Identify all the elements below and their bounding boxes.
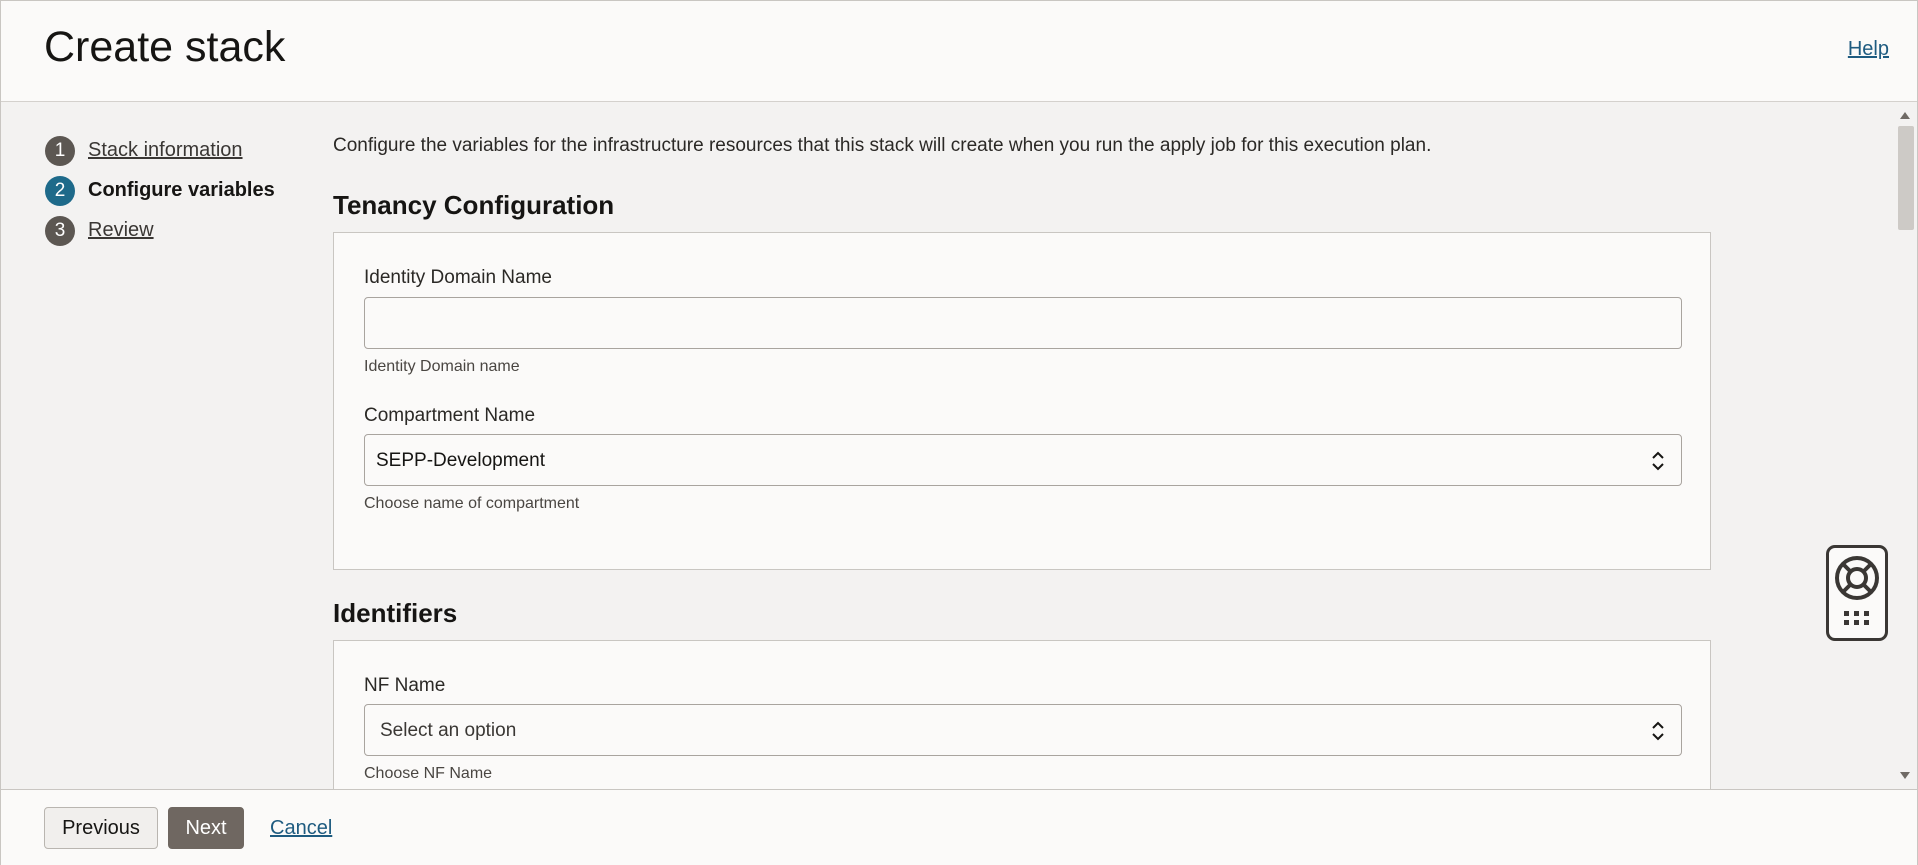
nf-name-label: NF Name xyxy=(364,675,446,696)
cancel-link[interactable]: Cancel xyxy=(270,817,332,840)
lifebuoy-icon xyxy=(1835,556,1879,625)
vertical-scrollbar[interactable] xyxy=(1895,102,1917,789)
help-widget-button[interactable] xyxy=(1826,545,1888,641)
scroll-down-arrow-icon[interactable] xyxy=(1900,772,1910,779)
step-label[interactable]: Review xyxy=(88,219,154,242)
scroll-up-arrow-icon[interactable] xyxy=(1900,112,1910,119)
compartment-select[interactable]: SEPP-Development xyxy=(364,434,1682,486)
compartment-value: SEPP-Development xyxy=(376,450,545,471)
page-header: Create stack Help xyxy=(1,1,1917,102)
scrollbar-thumb[interactable] xyxy=(1898,126,1914,230)
step-number: 2 xyxy=(45,176,75,206)
previous-button[interactable]: Previous xyxy=(44,807,158,849)
step-number: 1 xyxy=(45,136,75,166)
main-content: 1 Stack information 2 Configure variable… xyxy=(1,102,1917,789)
compartment-label: Compartment Name xyxy=(364,405,536,426)
step-label: Configure variables xyxy=(88,179,275,201)
tenancy-panel: Identity Domain Name Identity Domain nam… xyxy=(333,232,1711,570)
identity-domain-label: Identity Domain Name xyxy=(364,267,552,288)
help-link[interactable]: Help xyxy=(1848,38,1889,61)
chevron-up-down-icon xyxy=(1652,721,1664,741)
section-title-identifiers: Identifiers xyxy=(333,598,458,628)
step-number: 3 xyxy=(45,216,75,246)
section-title-tenancy: Tenancy Configuration xyxy=(333,190,615,220)
grid-icon xyxy=(1844,611,1869,625)
chevron-up-down-icon xyxy=(1652,451,1664,471)
step-label[interactable]: Stack information xyxy=(88,139,243,162)
nf-name-select[interactable]: Select an option xyxy=(364,704,1682,756)
page-title: Create stack xyxy=(44,23,286,71)
identity-domain-input[interactable] xyxy=(364,297,1682,349)
nf-name-hint: Choose NF Name xyxy=(364,765,493,782)
intro-text: Configure the variables for the infrastr… xyxy=(333,135,1432,156)
identifiers-panel: NF Name Select an option Choose NF Name xyxy=(333,640,1711,789)
page-footer: Previous Next Cancel xyxy=(1,789,1917,865)
page-frame: Create stack Help 1 Stack information 2 … xyxy=(0,0,1918,865)
compartment-hint: Choose name of compartment xyxy=(364,495,580,512)
identity-domain-hint: Identity Domain name xyxy=(364,358,520,375)
next-button[interactable]: Next xyxy=(168,807,244,849)
nf-name-value: Select an option xyxy=(380,720,517,741)
